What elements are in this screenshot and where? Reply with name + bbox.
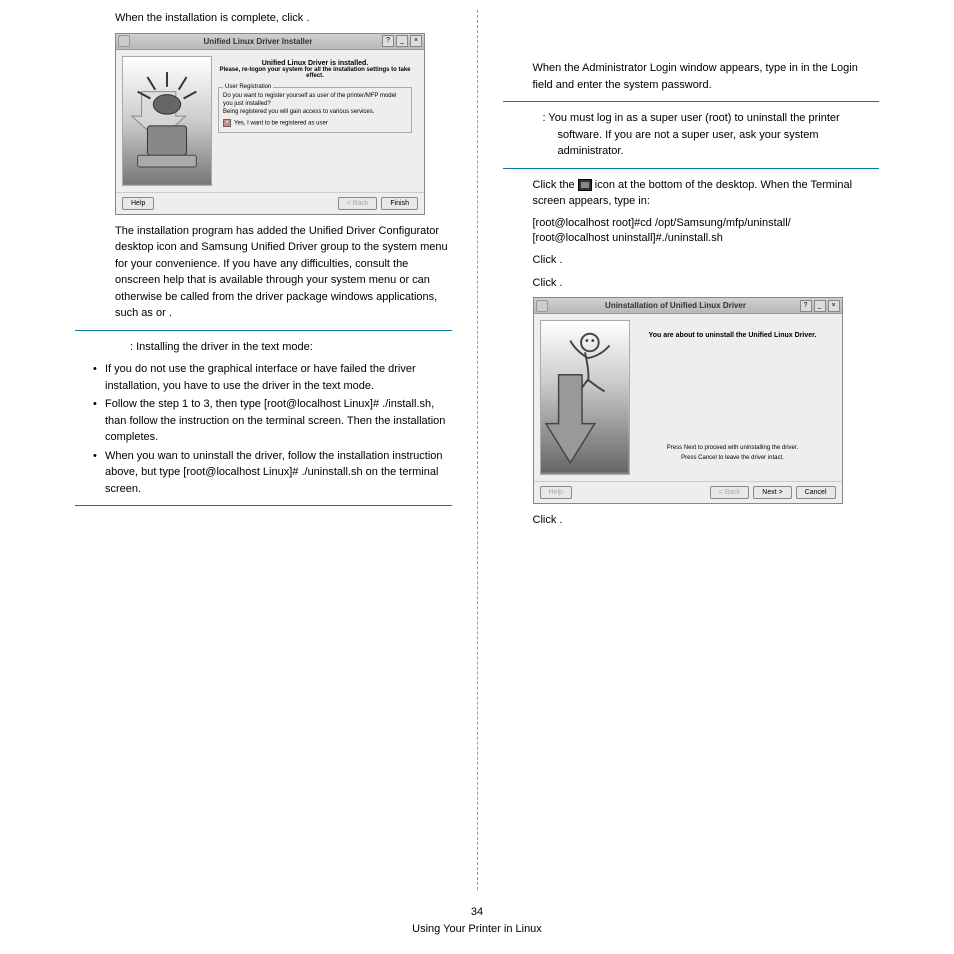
help-icon[interactable]: ? — [800, 300, 812, 312]
terminal-icon — [578, 179, 592, 191]
note-bullets: If you do not use the graphical interfac… — [93, 361, 452, 497]
divider-line — [75, 505, 452, 506]
note-heading: : Installing the driver in the text mode… — [130, 339, 452, 356]
dialog-titlebar: Unified Linux Driver Installer ? _ × — [116, 34, 424, 50]
minimize-icon[interactable]: _ — [814, 300, 826, 312]
help-button[interactable]: Help — [122, 197, 154, 210]
help-button: Help — [540, 486, 572, 499]
minimize-icon[interactable]: _ — [396, 35, 408, 47]
page-footer: 34 Using Your Printer in Linux — [0, 904, 954, 939]
fieldset-text2: Being registered you will gain access to… — [223, 109, 407, 117]
divider-line — [75, 330, 452, 331]
text: . — [306, 12, 309, 24]
dialog-heading: You are about to uninstall the Unified L… — [636, 332, 830, 339]
help-icon[interactable]: ? — [382, 35, 394, 47]
divider-line — [503, 168, 880, 169]
close-icon[interactable]: × — [410, 35, 422, 47]
bullet-item: If you do not use the graphical interfac… — [93, 361, 452, 394]
installer-image — [122, 56, 212, 186]
uninstaller-image — [540, 320, 630, 475]
finish-button[interactable]: Finish — [381, 197, 418, 210]
dialog-line2: Press Cancel to leave the driver intact. — [636, 455, 830, 461]
bullet-item: When you wan to uninstall the driver, fo… — [93, 448, 452, 498]
dialog-titlebar: Uninstallation of Unified Linux Driver ?… — [534, 298, 842, 314]
dialog-subheading: Please, re-logon your system for all the… — [218, 67, 412, 79]
step6-text: Click . — [533, 512, 880, 529]
back-button: < Back — [338, 197, 378, 210]
installer-dialog: Unified Linux Driver Installer ? _ × — [115, 33, 425, 215]
step3-text: Click the icon at the bottom of the desk… — [533, 177, 880, 210]
note-root: : You must log in as a super user (root)… — [543, 110, 880, 160]
registration-fieldset: User Registration Do you want to registe… — [218, 87, 412, 134]
dialog-icon — [118, 35, 130, 47]
uninstaller-dialog: Uninstallation of Unified Linux Driver ?… — [533, 297, 843, 504]
register-checkbox[interactable]: × — [223, 119, 231, 127]
step2-text: When the Administrator Login window appe… — [533, 60, 880, 93]
text: When the installation is complete, click — [115, 12, 306, 24]
dialog-title: Unified Linux Driver Installer — [134, 37, 382, 46]
terminal-commands: [root@localhost root]#cd /opt/Samsung/mf… — [533, 216, 880, 247]
dialog-title: Uninstallation of Unified Linux Driver — [552, 301, 800, 310]
dialog-icon — [536, 300, 548, 312]
install-complete-line: When the installation is complete, click… — [115, 10, 452, 27]
dialog-line1: Press Next to proceed with uninstalling … — [636, 445, 830, 451]
page-title: Using Your Printer in Linux — [0, 921, 954, 939]
step4-text: Click . — [533, 252, 880, 269]
post-install-text: The installation program has added the U… — [115, 223, 452, 322]
step5-text: Click . — [533, 275, 880, 292]
checkbox-label: Yes, I want to be registered as user — [234, 120, 328, 126]
cancel-button[interactable]: Cancel — [796, 486, 836, 499]
divider-line — [503, 101, 880, 102]
page-number: 34 — [0, 904, 954, 922]
next-button[interactable]: Next > — [753, 486, 791, 499]
back-button: < Back — [710, 486, 750, 499]
dialog-heading: Unified Linux Driver is installed. — [218, 60, 412, 67]
bullet-item: Follow the step 1 to 3, then type [root@… — [93, 396, 452, 446]
close-icon[interactable]: × — [828, 300, 840, 312]
fieldset-legend: User Registration — [223, 84, 273, 92]
fieldset-text1: Do you want to register yourself as user… — [223, 93, 407, 109]
